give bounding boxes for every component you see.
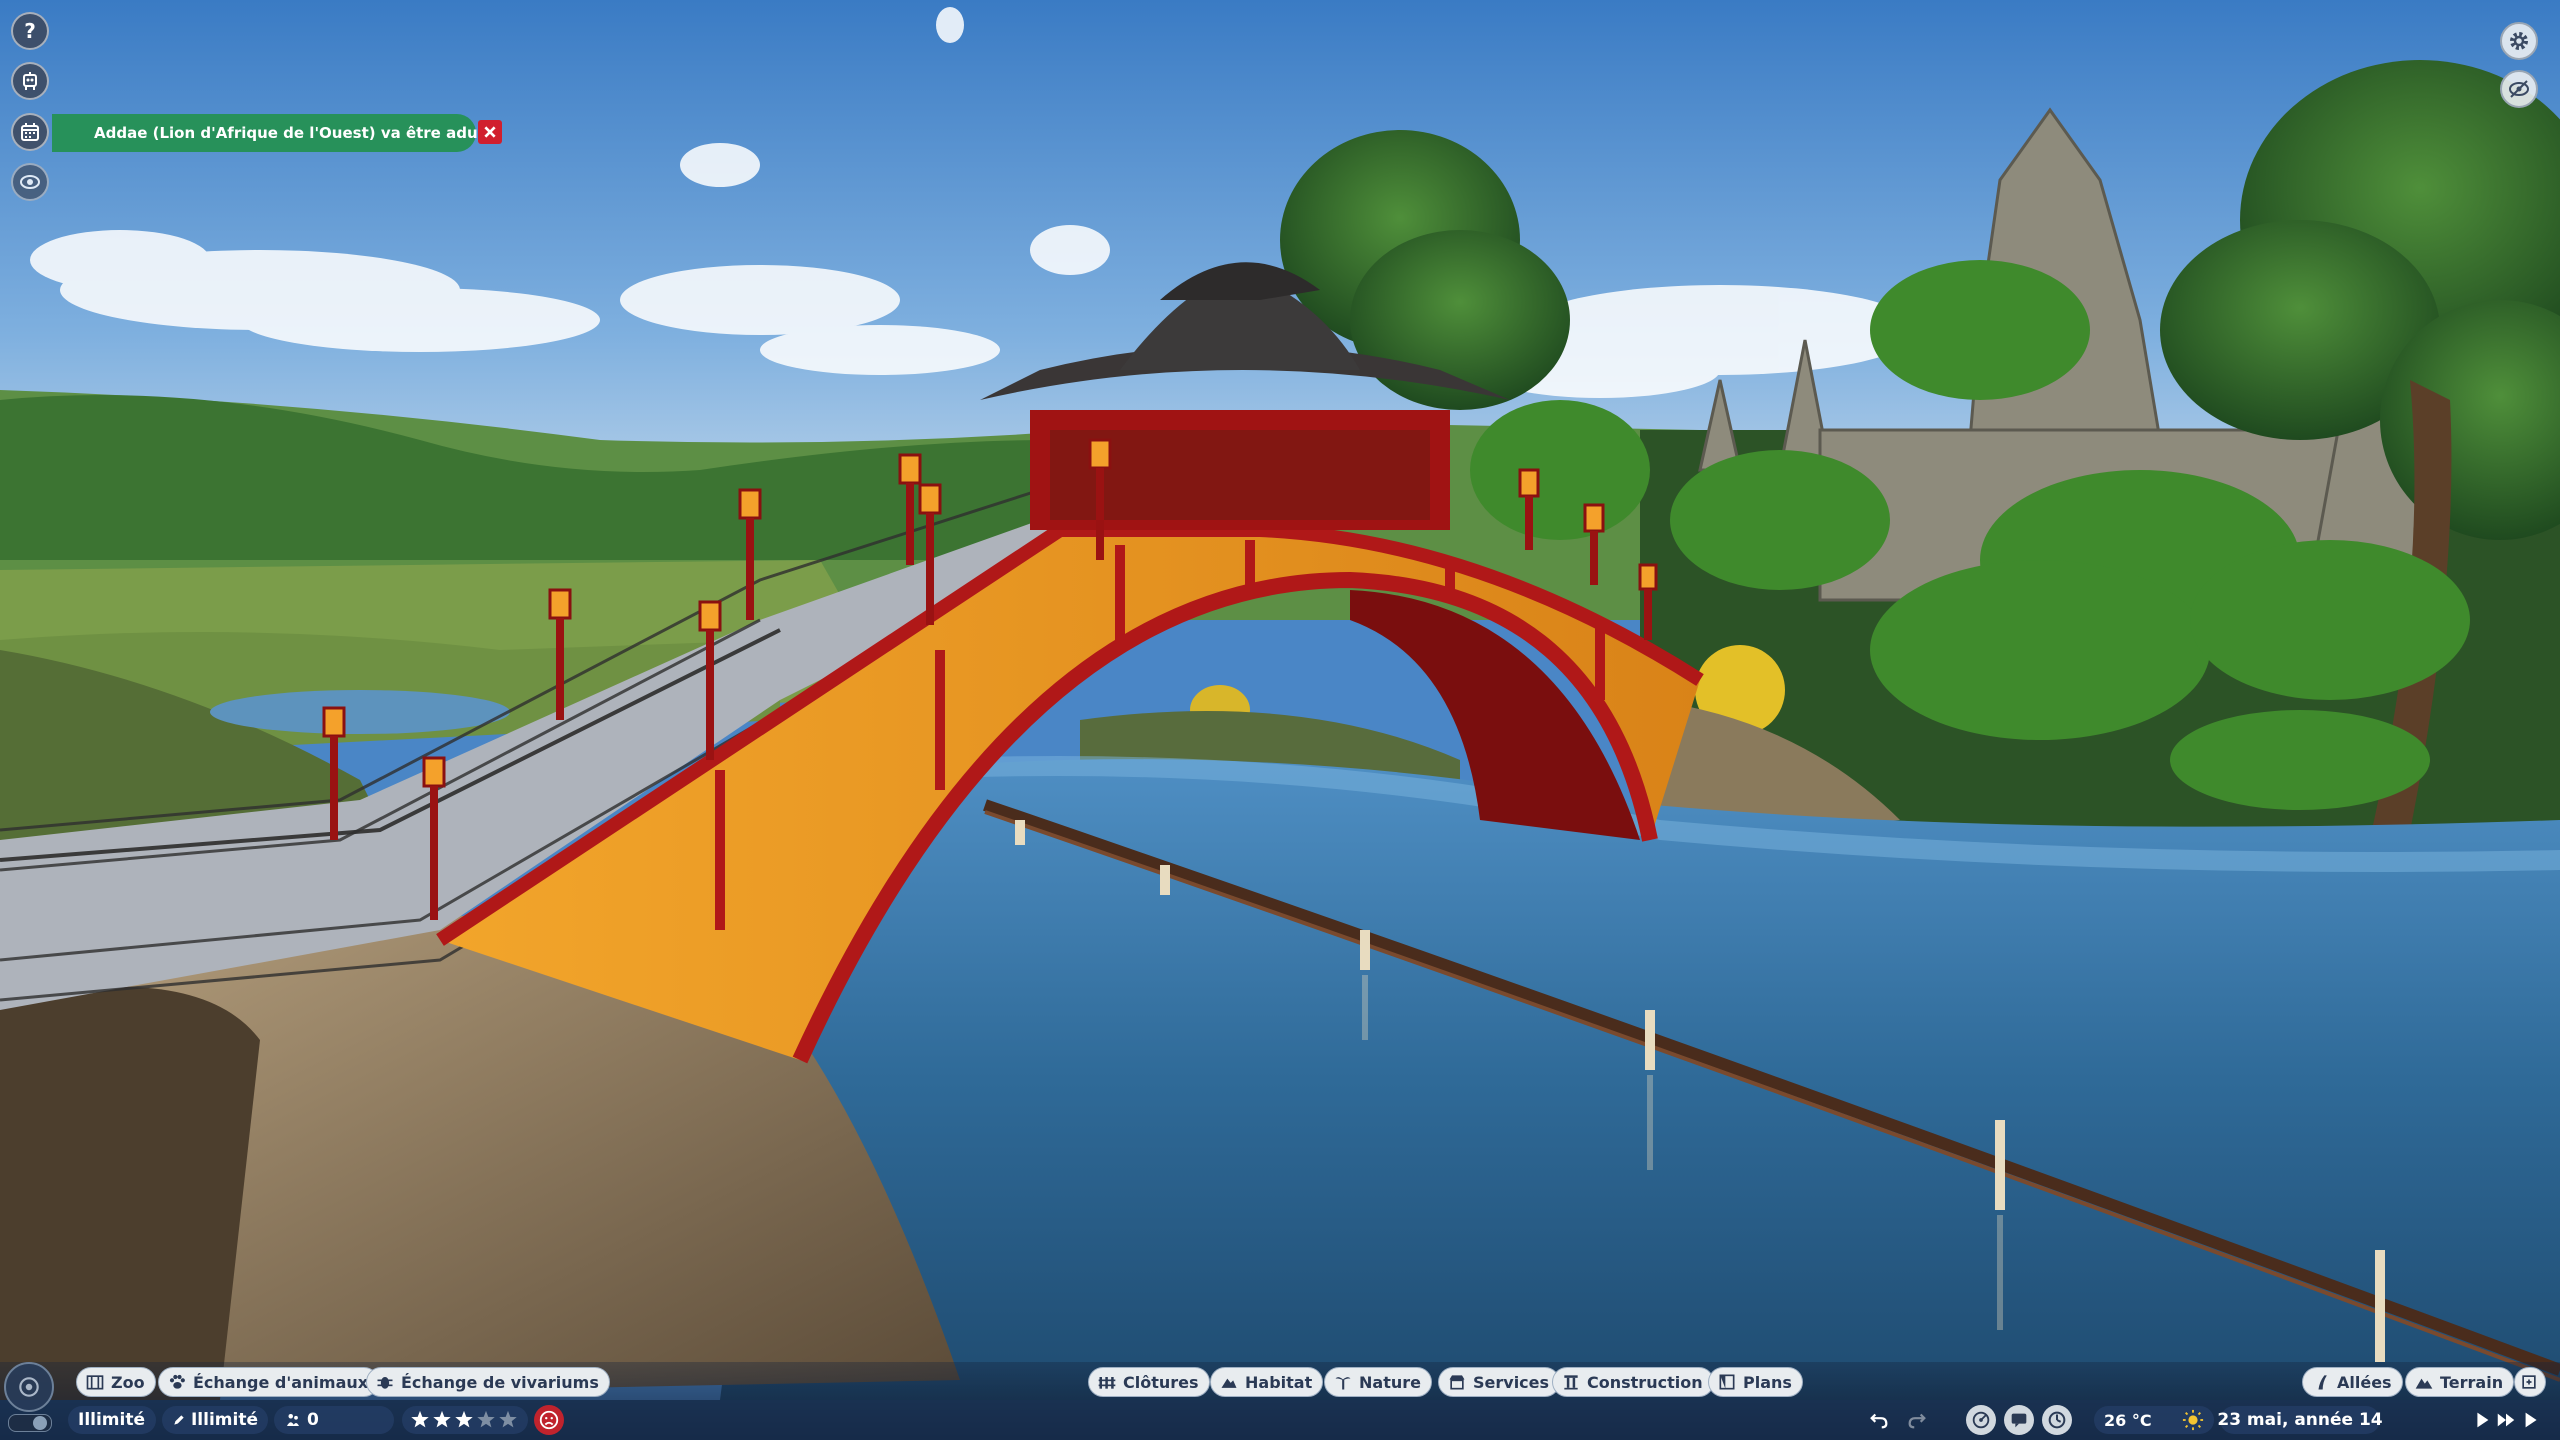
guests-value: 0 (307, 1410, 319, 1430)
eye-icon (20, 175, 40, 189)
path-icon (2318, 1375, 2327, 1390)
visibility-toggle-button[interactable] (2500, 70, 2538, 108)
paths-button[interactable]: Allées (2302, 1367, 2403, 1397)
plans-label: Plans (1743, 1372, 1792, 1392)
animal-exchange-button[interactable]: Échange d'animaux (158, 1367, 380, 1397)
services-button[interactable]: Services (1438, 1367, 1561, 1397)
vivarium-exchange-label: Échange de vivariums (401, 1372, 599, 1392)
calendar-button[interactable] (11, 113, 49, 151)
pillar-icon (1564, 1375, 1578, 1390)
sad-face-icon (539, 1410, 559, 1430)
blueprint-icon (1719, 1374, 1735, 1390)
construction-label: Construction (1587, 1372, 1703, 1392)
radar-icon (1972, 1411, 1990, 1429)
dial-icon (2048, 1411, 2066, 1429)
fast-forward-icon (2497, 1413, 2515, 1427)
play-button[interactable] (2470, 1405, 2494, 1435)
zoo-rating[interactable] (402, 1406, 528, 1434)
habitat-button[interactable]: Habitat (1210, 1367, 1324, 1397)
fastest-forward-icon (2525, 1412, 2537, 1428)
date-value: 23 mai, année 14 (2217, 1410, 2383, 1430)
temperature-value: 26 °C (2104, 1410, 2152, 1430)
services-label: Services (1473, 1372, 1550, 1392)
redo-icon (1908, 1413, 1926, 1429)
research-display[interactable]: Illimité (162, 1406, 268, 1434)
fences-button[interactable]: Clôtures (1088, 1367, 1210, 1397)
question-icon: ? (24, 19, 36, 43)
guests-icon (287, 1414, 299, 1426)
star-empty-icon (477, 1410, 495, 1428)
management-button[interactable] (2042, 1405, 2072, 1435)
sun-icon (2182, 1409, 2204, 1431)
toggle-switch[interactable] (8, 1414, 52, 1432)
money-value: Illimité (78, 1410, 146, 1430)
robot-icon (23, 72, 37, 90)
gear-icon (2510, 32, 2528, 50)
svg-text:?: ? (24, 19, 36, 43)
zoo-gate-icon (86, 1375, 104, 1390)
calendar-icon (21, 123, 39, 141)
date-display: 23 mai, année 14 (2217, 1406, 2383, 1434)
notification-close-button[interactable] (478, 120, 502, 144)
mood-indicator[interactable] (534, 1405, 564, 1435)
pen-icon (174, 1415, 184, 1425)
notification-text: Addae (Lion d'Afrique de l'Ouest) va êtr… (94, 124, 501, 142)
game-viewport[interactable] (0, 0, 2560, 1440)
habitat-label: Habitat (1245, 1372, 1313, 1392)
star-empty-icon (499, 1410, 517, 1428)
habitat-icon (1221, 1378, 1237, 1388)
nature-button[interactable]: Nature (1324, 1367, 1432, 1397)
settings-button[interactable] (2500, 22, 2538, 60)
terrain-button[interactable]: Terrain (2405, 1367, 2515, 1397)
construction-button[interactable]: Construction (1552, 1367, 1714, 1397)
camera-button[interactable] (4, 1362, 54, 1412)
paw-icon (169, 1374, 185, 1389)
weather-display[interactable]: 26 °C (2094, 1406, 2214, 1434)
guests-display[interactable]: 0 (274, 1406, 394, 1434)
redo-button[interactable] (1902, 1405, 1932, 1435)
bug-icon (377, 1377, 393, 1389)
fences-label: Clôtures (1123, 1372, 1199, 1392)
zoopedia-button[interactable] (2004, 1405, 2034, 1435)
notification-banner[interactable]: Addae (Lion d'Afrique de l'Ouest) va êtr… (52, 114, 500, 152)
star-filled-icon (411, 1410, 429, 1428)
close-icon (484, 126, 496, 138)
view-button[interactable] (11, 163, 49, 201)
nature-label: Nature (1359, 1372, 1421, 1392)
vivarium-exchange-button[interactable]: Échange de vivariums (366, 1367, 610, 1397)
fastest-button[interactable] (2520, 1405, 2544, 1435)
plans-button[interactable]: Plans (1708, 1367, 1803, 1397)
money-display[interactable]: Illimité (68, 1406, 156, 1434)
animal-exchange-label: Échange d'animaux (193, 1372, 369, 1392)
star-filled-icon (433, 1410, 451, 1428)
fence-icon (1098, 1377, 1116, 1389)
heatmap-button[interactable] (1966, 1405, 1996, 1435)
fast-forward-button[interactable] (2494, 1405, 2518, 1435)
eye-slash-icon (2509, 80, 2529, 98)
undo-icon (1870, 1413, 1888, 1429)
star-filled-icon (455, 1410, 473, 1428)
undo-button[interactable] (1864, 1405, 1894, 1435)
terrain-label: Terrain (2440, 1372, 2504, 1392)
zookeeper-button[interactable] (11, 62, 49, 100)
rating-stars (411, 1410, 517, 1428)
chat-icon (2011, 1413, 2027, 1428)
zoo-button[interactable]: Zoo (76, 1367, 156, 1397)
expand-icon (2522, 1375, 2536, 1389)
shop-icon (1449, 1375, 1465, 1390)
paths-label: Allées (2337, 1372, 2392, 1392)
help-button[interactable]: ? (11, 12, 49, 50)
zoo-label: Zoo (111, 1372, 145, 1392)
play-icon (2477, 1412, 2489, 1428)
toolbar-extra-button[interactable] (2514, 1367, 2546, 1397)
mountain-icon (2415, 1378, 2433, 1389)
palm-tree-icon (1335, 1377, 1351, 1390)
research-value: Illimité (190, 1410, 258, 1430)
camera-icon (19, 1377, 39, 1397)
